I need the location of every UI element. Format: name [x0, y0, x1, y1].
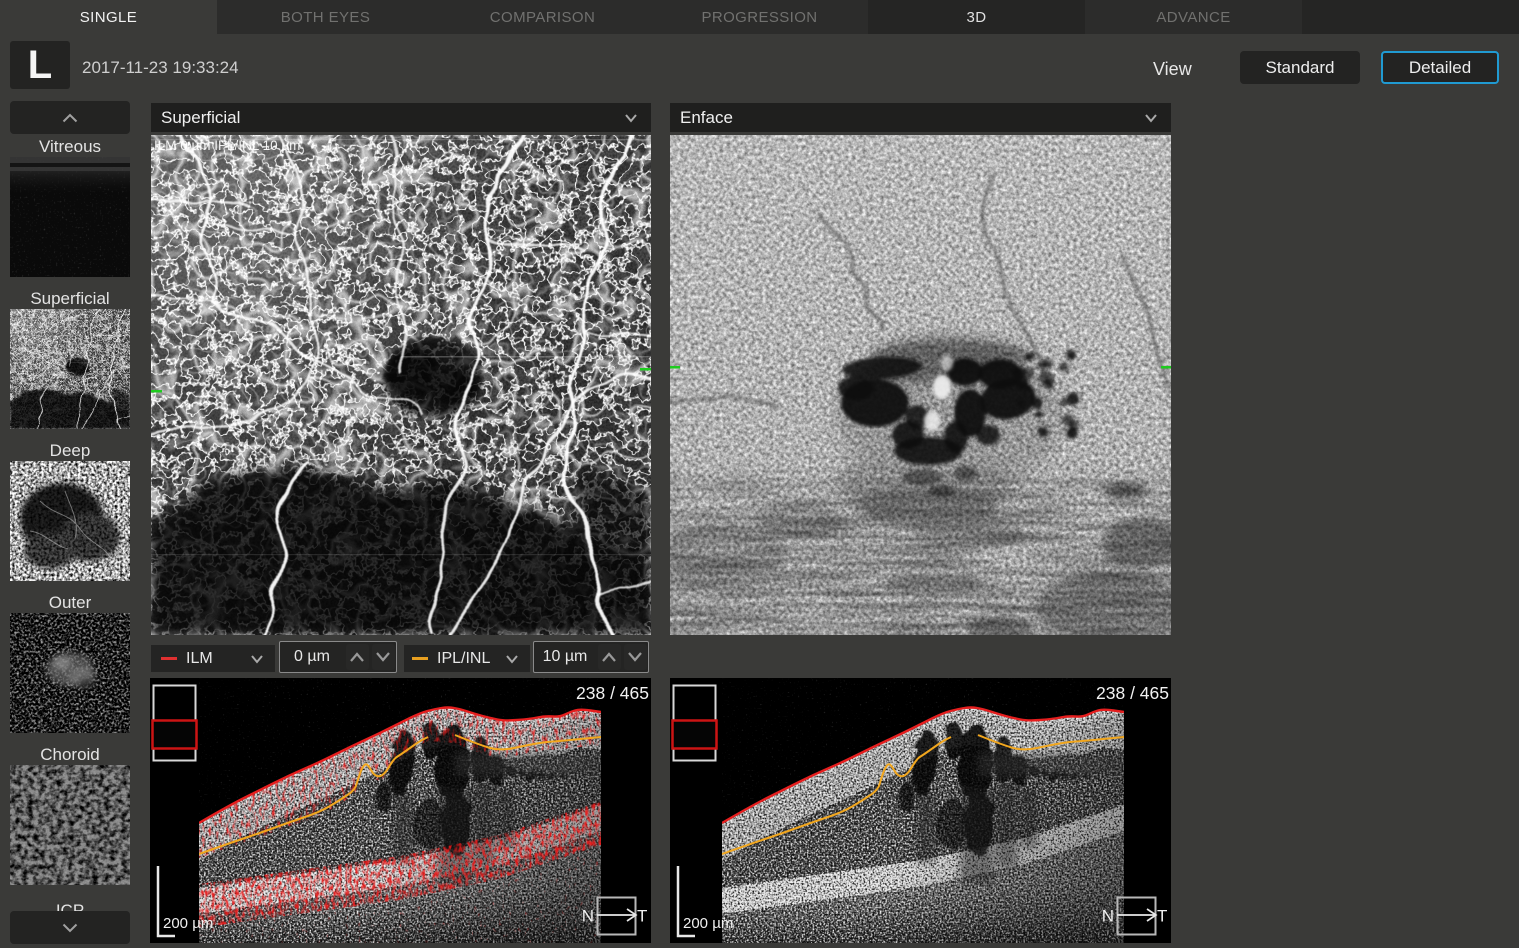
svg-text:200 µm: 200 µm: [163, 915, 213, 932]
svg-text:N: N: [582, 907, 594, 926]
svg-text:N: N: [1102, 907, 1114, 926]
svg-text:ILM 0 µm IPL/INL 10 µm: ILM 0 µm IPL/INL 10 µm: [154, 138, 300, 153]
svg-text:T: T: [637, 907, 647, 926]
svg-text:200 µm: 200 µm: [683, 915, 733, 932]
svg-text:T: T: [1157, 907, 1167, 926]
svg-text:238 / 465: 238 / 465: [576, 683, 649, 703]
svg-text:238 / 465: 238 / 465: [1096, 683, 1169, 703]
